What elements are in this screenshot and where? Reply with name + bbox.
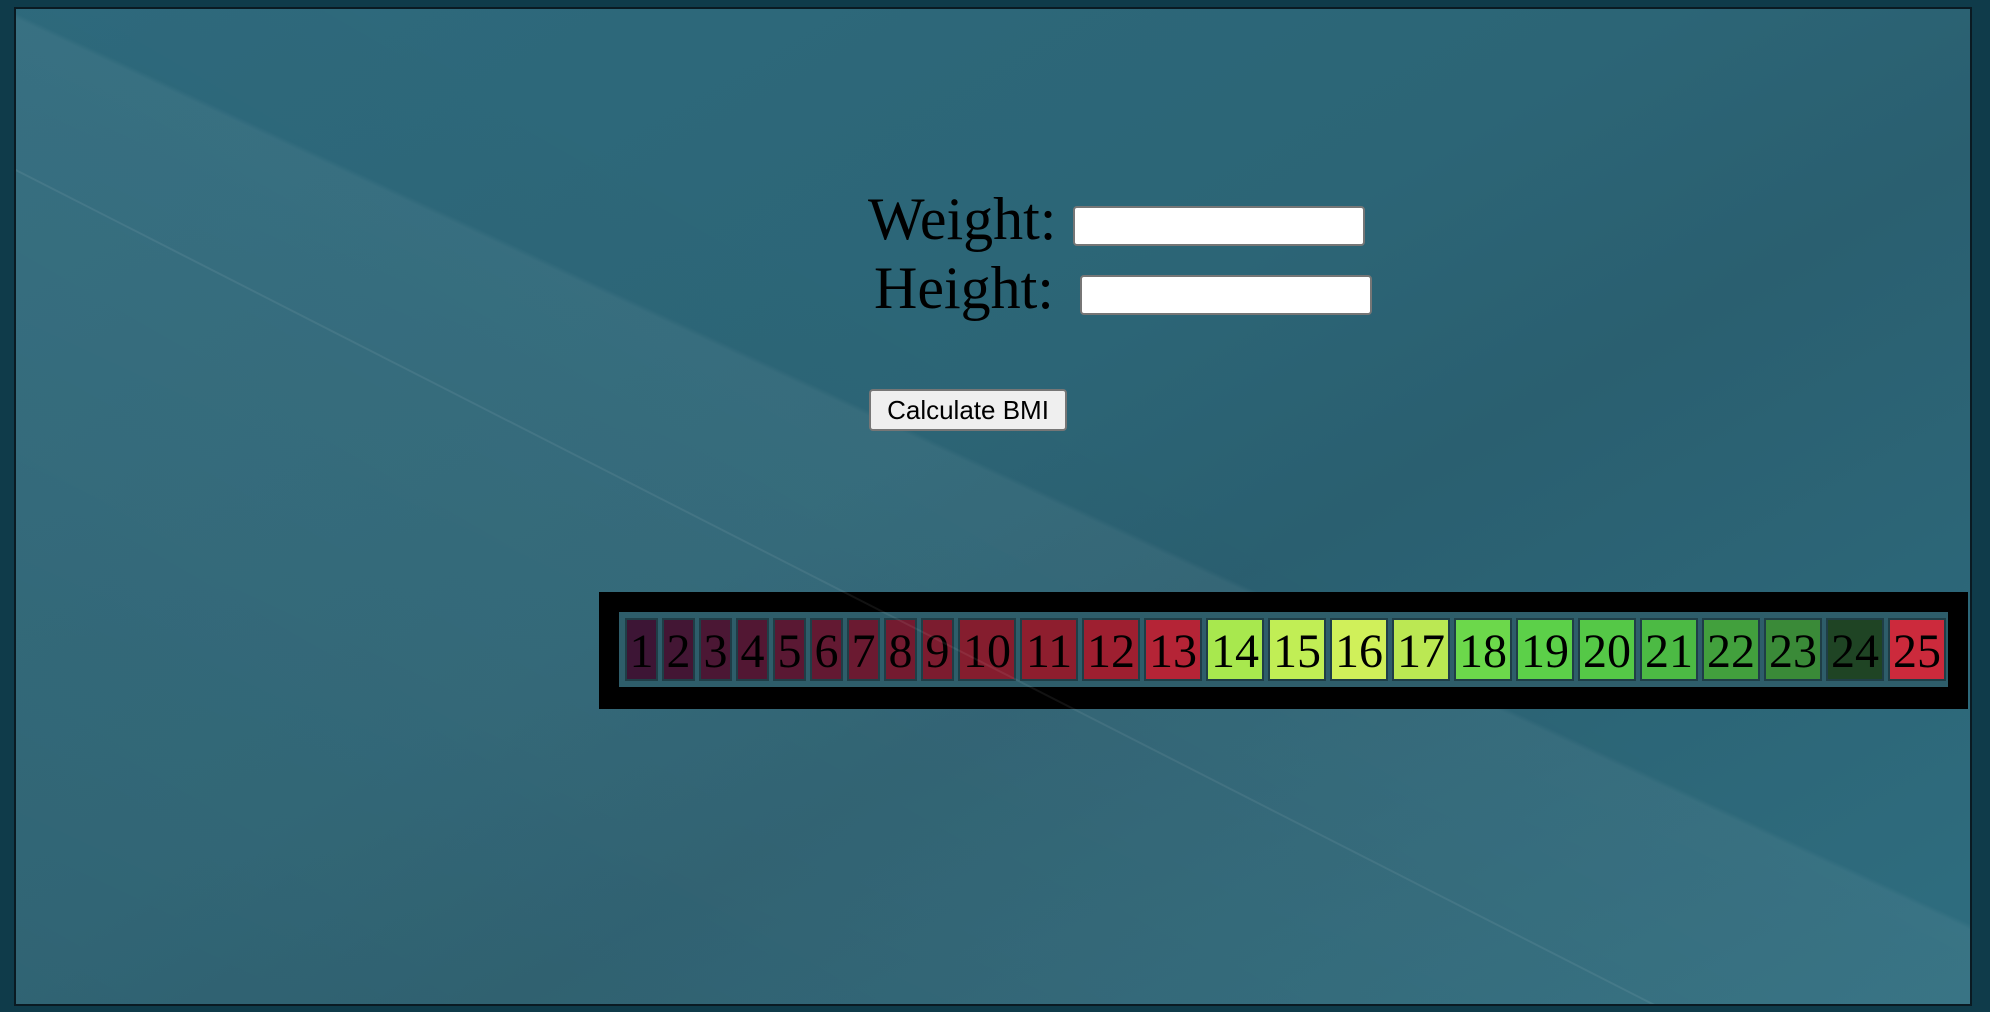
bmi-scale-cell: 3 bbox=[699, 618, 732, 681]
weight-input[interactable] bbox=[1073, 206, 1365, 246]
height-label: Height: bbox=[874, 255, 1054, 321]
bmi-scale: 1 2 3 4 5 6 7 8 9 10 11 12 13 14 15 16 17 18 19 20 21 22 23 24 2… bbox=[599, 592, 1968, 709]
calculate-bmi-button[interactable]: Calculate BMI bbox=[869, 389, 1067, 431]
weight-label: Weight: bbox=[868, 186, 1057, 252]
bmi-scale-cell: 17 bbox=[1392, 618, 1450, 681]
bmi-scale-cell: 5 bbox=[773, 618, 806, 681]
bmi-scale-cell: 2 bbox=[662, 618, 695, 681]
bmi-scale-cell: 20 bbox=[1578, 618, 1636, 681]
bmi-scale-cell: 4 bbox=[736, 618, 769, 681]
bmi-scale-cell: 11 bbox=[1020, 618, 1078, 681]
height-input[interactable] bbox=[1080, 275, 1372, 315]
bmi-scale-cell: 7 bbox=[847, 618, 880, 681]
bmi-scale-track: 1 2 3 4 5 6 7 8 9 10 11 12 13 14 15 16 17 18 19 20 21 22 23 24 2… bbox=[619, 612, 1948, 687]
bmi-scale-cell: 13 bbox=[1144, 618, 1202, 681]
bmi-scale-cell: 24 bbox=[1826, 618, 1884, 681]
bmi-scale-cell: 18 bbox=[1454, 618, 1512, 681]
bmi-scale-cell: 22 bbox=[1702, 618, 1760, 681]
bmi-form: Weight: Height: Calculate BMI bbox=[16, 9, 1970, 1004]
bmi-scale-cell: 25 bbox=[1888, 618, 1946, 681]
bmi-scale-cell: 12 bbox=[1082, 618, 1140, 681]
bmi-scale-cell: 19 bbox=[1516, 618, 1574, 681]
page-frame: Weight: Height: Calculate BMI 1234567891… bbox=[14, 7, 1972, 1006]
bmi-scale-cell: 1 bbox=[625, 618, 658, 681]
bmi-scale-cell: 16 bbox=[1330, 618, 1388, 681]
bmi-scale-cell: 9 bbox=[921, 618, 954, 681]
bmi-scale-cell: 14 bbox=[1206, 618, 1264, 681]
bmi-scale-cell: 10 bbox=[958, 618, 1016, 681]
bmi-scale-cell: 8 bbox=[884, 618, 917, 681]
bmi-scale-cell: 6 bbox=[810, 618, 843, 681]
bmi-scale-cell: 21 bbox=[1640, 618, 1698, 681]
bmi-scale-cell: 23 bbox=[1764, 618, 1822, 681]
bmi-scale-cell: 15 bbox=[1268, 618, 1326, 681]
